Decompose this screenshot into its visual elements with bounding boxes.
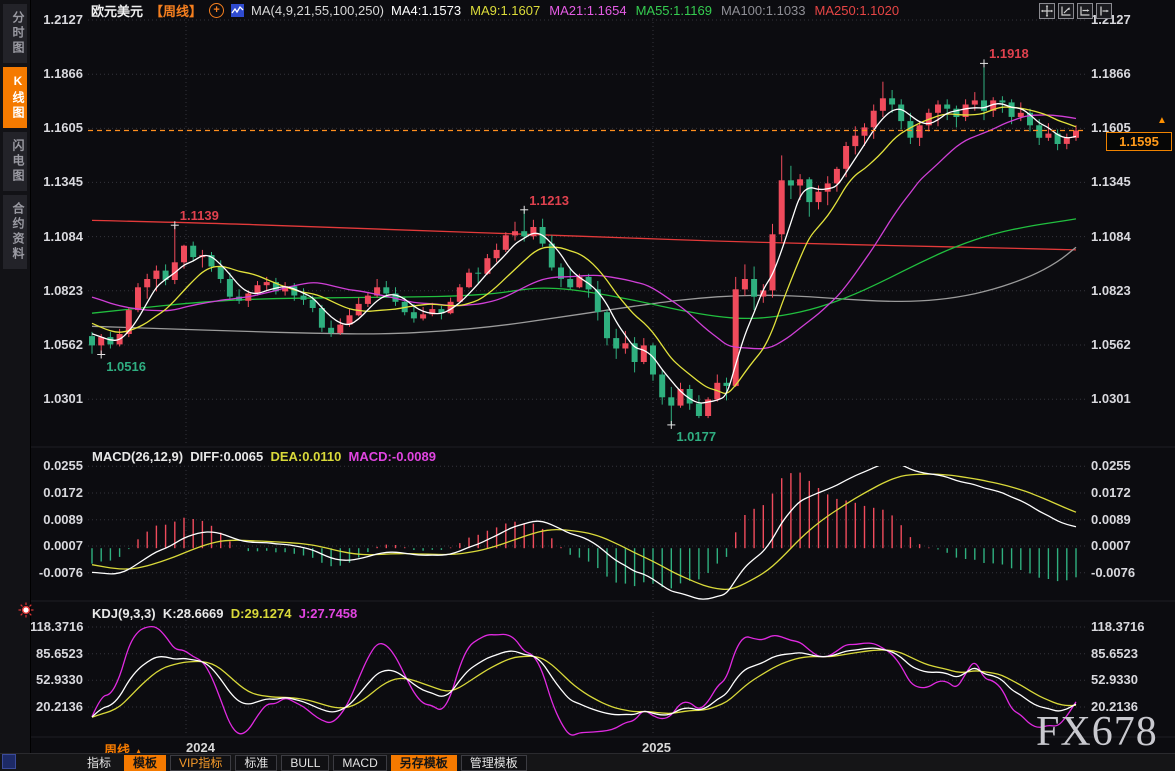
bottom-tab[interactable]: 标准 [235, 755, 277, 771]
macd-axis-label: 0.0172 [30, 485, 83, 500]
macd-title: MACD(26,12,9) [92, 449, 183, 464]
price-axis-label: 1.0301 [30, 391, 83, 406]
price-axis-label: 1.1345 [30, 174, 83, 189]
alarm-icon[interactable] [18, 602, 34, 618]
price-axis-label: 1.1084 [1091, 229, 1131, 244]
kdj-axis-label: 118.3716 [30, 619, 83, 634]
bottom-tab[interactable]: 指标 [78, 755, 120, 771]
kdj-j-value: J:27.7458 [299, 606, 358, 621]
macd-axis-label: -0.0076 [1091, 565, 1135, 580]
macd-panel-header: MACD(26,12,9) DIFF:0.0065 DEA:0.0110 MAC… [92, 449, 436, 464]
watermark: FX678 [1036, 708, 1158, 756]
kdj-k-value: K:28.6669 [163, 606, 224, 621]
kdj-d-value: D:29.1274 [231, 606, 292, 621]
sidebar-tab-4[interactable]: 合约资料 [3, 195, 27, 269]
bottom-tab[interactable]: 模板 [124, 755, 166, 771]
macd-axis-label: 0.0089 [30, 512, 83, 527]
price-axis-label: 1.0301 [1091, 391, 1131, 406]
price-annotation: 1.0177 [676, 429, 716, 444]
macd-dea-value: DEA:0.0110 [270, 449, 341, 464]
price-axis-label: 1.0823 [1091, 283, 1131, 298]
timeframe-label: 【周线】 [150, 1, 202, 20]
corner-icon[interactable] [2, 754, 16, 769]
macd-macd-value: MACD:-0.0089 [349, 449, 436, 464]
ma-settings-label: MA(4,9,21,55,100,250) [251, 3, 384, 18]
kdj-axis-label: 85.6523 [30, 646, 83, 661]
macd-axis-label: 0.0007 [30, 538, 83, 553]
bottom-tab[interactable]: BULL [281, 755, 329, 771]
pane-toolbar [1039, 3, 1112, 19]
ma-value: MA9:1.1607 [470, 3, 540, 18]
ma-value: MA4:1.1573 [391, 3, 461, 18]
price-annotation: 1.1918 [989, 46, 1029, 61]
kdj-axis-label: 52.9330 [30, 672, 83, 687]
macd-axis-label: 0.0007 [1091, 538, 1131, 553]
sidebar-tab-3[interactable]: 闪电图 [3, 132, 27, 191]
bottom-tabbar: 指标模板VIP指标标准BULLMACD 另存模板管理模板 [0, 753, 1175, 771]
macd-axis-label: 0.0255 [30, 458, 83, 473]
sidebar-tab-2[interactable]: K线图 [3, 67, 27, 128]
price-annotation: 1.0516 [106, 359, 146, 374]
sidebar-tab-1[interactable]: 分时图 [3, 4, 27, 63]
ma-value: MA55:1.1169 [636, 3, 712, 18]
kdj-title: KDJ(9,3,3) [92, 606, 156, 621]
price-axis-label: 1.0823 [30, 283, 83, 298]
kdj-axis-label: 85.6523 [1091, 646, 1138, 661]
price-axis-label: 1.1084 [30, 229, 83, 244]
price-axis-label: 1.0562 [30, 337, 83, 352]
kdj-axis-label: 118.3716 [1091, 619, 1145, 634]
macd-axis-label: 0.0172 [1091, 485, 1131, 500]
ma-value: MA250:1.1020 [815, 3, 900, 18]
bottom-tab[interactable]: 管理模板 [461, 755, 527, 771]
bottom-tab[interactable]: 另存模板 [391, 755, 457, 771]
move-price-line-icon[interactable] [1096, 3, 1112, 19]
price-axis-label: 1.0562 [1091, 337, 1131, 352]
price-annotation: 1.1213 [529, 193, 569, 208]
ma-value: MA21:1.1654 [549, 3, 626, 18]
scale-x-axis-icon[interactable] [1077, 3, 1093, 19]
price-arrow-icon: ▲ [1157, 115, 1167, 126]
price-annotation: 1.1139 [180, 208, 219, 223]
price-axis-label: 1.1605 [30, 120, 83, 135]
kdj-axis-label: 20.2136 [30, 699, 83, 714]
bottom-tab[interactable]: VIP指标 [170, 755, 231, 771]
macd-axis-label: 0.0255 [1091, 458, 1131, 473]
chart-header: 欧元美元 【周线】 + MA(4,9,21,55,100,250) MA4:1.… [91, 2, 908, 19]
macd-diff-value: DIFF:0.0065 [190, 449, 263, 464]
ma-value: MA100:1.1033 [721, 3, 806, 18]
current-price-tag: 1.1595 [1106, 132, 1172, 151]
price-axis-label: 1.1345 [1091, 174, 1131, 189]
sidebar: 分时图 K线图闪电图合约资料 [0, 0, 31, 771]
price-axis-label: 1.2127 [30, 12, 83, 27]
kdj-panel-header: KDJ(9,3,3) K:28.6669 D:29.1274 J:27.7458 [92, 606, 357, 621]
macd-axis-label: 0.0089 [1091, 512, 1131, 527]
add-indicator-icon[interactable]: + [209, 3, 224, 18]
chart-application: 分时图 K线图闪电图合约资料 欧元美元 【周线】 + MA(4,9,21,55,1… [0, 0, 1175, 771]
bottom-tab[interactable]: MACD [333, 755, 386, 771]
symbol-name: 欧元美元 [91, 1, 143, 20]
price-axis-label: 1.1866 [1091, 66, 1131, 81]
kdj-axis-label: 52.9330 [1091, 672, 1138, 687]
chart-canvas[interactable] [0, 0, 1175, 745]
price-axis-label: 1.1866 [30, 66, 83, 81]
ma-values: MA4:1.1573 MA9:1.1607 MA21:1.1654 MA55:1.11… [391, 3, 908, 18]
macd-axis-label: -0.0076 [30, 565, 83, 580]
mini-chart-icon [231, 4, 244, 17]
scale-y-axis-icon[interactable] [1058, 3, 1074, 19]
crosshair-move-icon[interactable] [1039, 3, 1055, 19]
